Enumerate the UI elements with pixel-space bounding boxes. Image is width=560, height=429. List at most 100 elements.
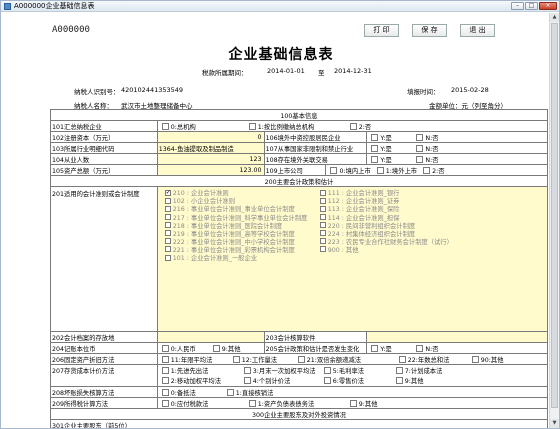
option[interactable]: 90:其他 [469, 355, 504, 364]
standard-option[interactable]: 900 : 其他 [317, 246, 469, 254]
option[interactable]: Y:是 [368, 144, 410, 153]
checkbox[interactable] [212, 344, 220, 352]
option[interactable]: 1:境外上市 [374, 166, 417, 175]
standard-option[interactable]: 101 : 企业会计准则_一般企业 [162, 254, 314, 262]
checkbox[interactable] [164, 214, 171, 221]
scroll-up-icon[interactable]: ▲ [550, 13, 559, 22]
checkbox[interactable] [243, 367, 251, 374]
option[interactable]: Y:是 [368, 133, 410, 142]
checkbox[interactable] [319, 222, 326, 229]
checkbox[interactable] [161, 388, 169, 396]
checkbox[interactable] [349, 122, 357, 130]
checkbox[interactable] [416, 344, 424, 352]
option[interactable]: 0:应付税款法 [159, 399, 243, 408]
option[interactable]: 7:计划成本法 [393, 366, 470, 375]
checkbox[interactable] [297, 355, 305, 363]
option[interactable]: 0:备抵法 [159, 388, 221, 397]
option[interactable]: 2:否 [347, 122, 371, 131]
option[interactable]: 9:其他 [393, 376, 470, 385]
checkbox[interactable] [226, 388, 234, 396]
option[interactable]: 9:其他 [210, 344, 241, 353]
close-button[interactable]: × [539, 2, 557, 10]
checkbox[interactable] [319, 230, 326, 237]
checkbox[interactable] [232, 355, 240, 363]
checkbox[interactable] [319, 246, 326, 253]
checkbox[interactable] [164, 246, 171, 253]
exit-button[interactable]: 退 出 [460, 24, 495, 37]
checkbox[interactable] [349, 399, 357, 407]
option[interactable]: 2:移动加权平均法 [159, 376, 238, 385]
checkbox[interactable] [323, 377, 331, 384]
option[interactable]: 3:月末一次加权平均法 [241, 366, 318, 375]
option[interactable]: Y:是 [368, 344, 410, 353]
checkbox[interactable] [161, 367, 169, 374]
checkbox[interactable] [161, 399, 169, 407]
option[interactable]: 9:其他 [347, 399, 378, 408]
checkbox[interactable] [371, 344, 379, 352]
maximize-button[interactable]: □ [525, 2, 538, 10]
minimize-button[interactable]: – [511, 2, 524, 10]
option[interactable]: 21:双倍余额递减法 [295, 355, 393, 364]
option[interactable]: 2:否 [420, 166, 445, 175]
checkbox[interactable] [164, 254, 171, 261]
checkbox[interactable] [243, 377, 251, 384]
checkbox[interactable] [319, 238, 326, 245]
option[interactable]: N:否 [413, 155, 439, 164]
checkbox[interactable] [164, 197, 171, 204]
industry-code-input[interactable]: 1364-鱼油提取及制品制造 [157, 143, 265, 153]
option[interactable]: 0:人民币 [159, 344, 207, 353]
checkbox[interactable] [416, 144, 424, 152]
checkbox[interactable] [423, 166, 431, 174]
checkbox[interactable] [416, 155, 424, 163]
option[interactable]: 1:资产负债表债务法 [246, 399, 344, 408]
checkbox[interactable] [161, 344, 169, 352]
scroll-down-icon[interactable]: ▼ [550, 419, 559, 428]
option[interactable]: 22:年数总和法 [396, 355, 466, 364]
checkbox[interactable] [248, 122, 256, 130]
checkbox[interactable] [164, 189, 171, 196]
option[interactable]: Y:是 [368, 155, 410, 164]
option[interactable]: 12:工作量法 [230, 355, 292, 364]
total-assets-input[interactable]: 123.00 [157, 165, 265, 175]
option[interactable]: N:否 [413, 133, 439, 142]
option[interactable]: N:否 [413, 144, 439, 153]
checkbox[interactable] [164, 205, 171, 212]
option[interactable]: 0:总机构 [159, 122, 243, 131]
checkbox[interactable] [164, 222, 171, 229]
checkbox[interactable] [248, 399, 256, 407]
checkbox[interactable] [376, 166, 384, 174]
checkbox[interactable] [416, 133, 424, 141]
checkbox[interactable] [319, 197, 326, 204]
option[interactable]: 1:按比例缴纳总机构 [246, 122, 344, 131]
vertical-scrollbar[interactable]: ▲ ▼ [549, 13, 559, 428]
checkbox[interactable] [164, 230, 171, 237]
checkbox[interactable] [161, 355, 169, 363]
accounting-software-input[interactable] [367, 332, 548, 342]
checkbox[interactable] [319, 214, 326, 221]
option[interactable]: N:否 [413, 344, 439, 353]
checkbox[interactable] [161, 377, 169, 384]
checkbox[interactable] [398, 355, 406, 363]
checkbox[interactable] [371, 144, 379, 152]
save-button[interactable]: 保 存 [412, 24, 447, 37]
option[interactable]: 0:境内上市 [327, 166, 371, 175]
checkbox[interactable] [395, 367, 403, 374]
checkbox[interactable] [323, 367, 331, 374]
option[interactable]: 1:先进先出法 [159, 366, 238, 375]
option[interactable]: 4:个别计价法 [241, 376, 318, 385]
checkbox[interactable] [161, 122, 169, 130]
registered-capital-input[interactable]: 0 [157, 132, 265, 142]
checkbox[interactable] [371, 155, 379, 163]
archive-location-input[interactable] [157, 332, 265, 342]
checkbox[interactable] [330, 166, 338, 174]
checkbox[interactable] [164, 238, 171, 245]
checkbox[interactable] [319, 189, 326, 196]
option[interactable]: 11:年限平均法 [159, 355, 227, 364]
checkbox[interactable] [371, 133, 379, 141]
option[interactable]: 5:毛利率法 [321, 366, 390, 375]
checkbox[interactable] [319, 205, 326, 212]
checkbox[interactable] [395, 377, 403, 384]
checkbox[interactable] [471, 355, 479, 363]
option[interactable]: 6:零售价法 [321, 376, 390, 385]
scroll-thumb[interactable] [551, 23, 558, 408]
